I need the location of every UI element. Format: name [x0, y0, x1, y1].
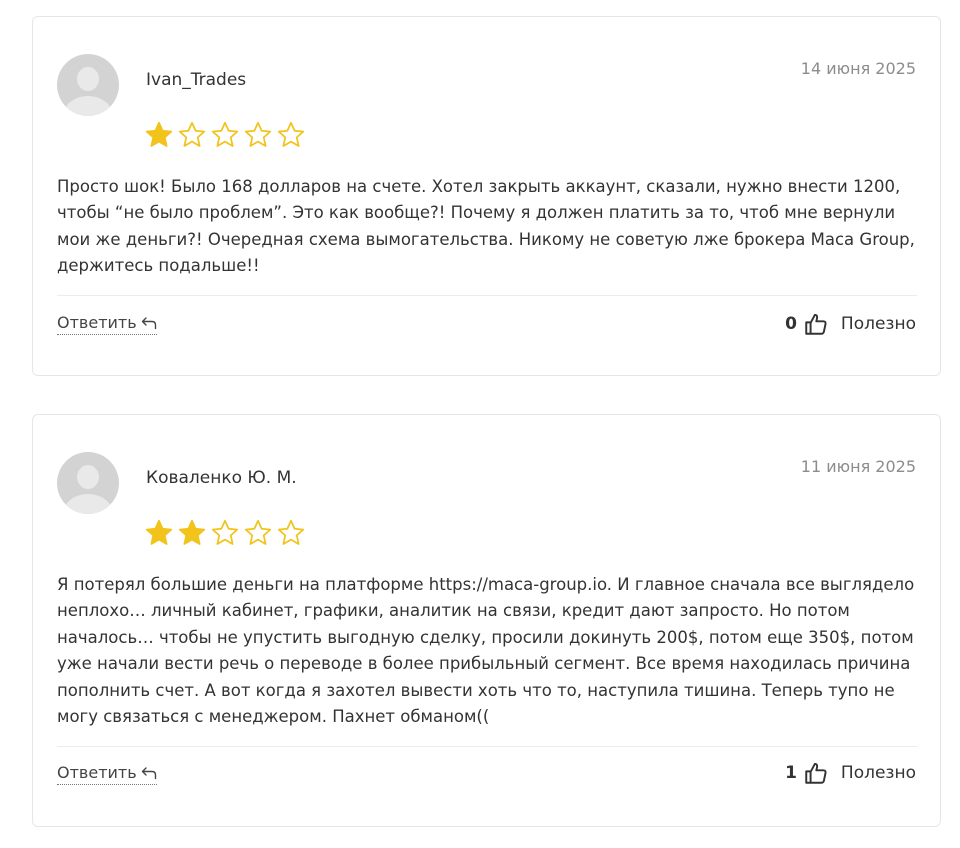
helpful-label[interactable]: Полезно [841, 314, 916, 334]
star-filled-icon [144, 120, 174, 150]
star-empty-icon [210, 518, 240, 548]
review-author: Ivan_Trades [146, 70, 247, 90]
reply-button[interactable]: Ответить [57, 313, 157, 335]
star-empty-icon [243, 518, 273, 548]
star-rating [144, 120, 306, 150]
star-empty-icon [210, 120, 240, 150]
divider [57, 295, 917, 296]
reviews-list: Ivan_Trades 14 июня 2025 Просто шок! Был… [0, 0, 960, 848]
review-text: Просто шок! Было 168 долларов на счете. … [57, 177, 915, 276]
reply-button[interactable]: Ответить [57, 763, 157, 785]
avatar-body-icon [63, 96, 113, 116]
helpful-section: 0 Полезно [785, 311, 916, 337]
star-filled-icon [177, 518, 207, 548]
reply-label: Ответить [57, 313, 137, 332]
star-rating [144, 518, 306, 548]
review-date: 11 июня 2025 [800, 457, 916, 476]
avatar-head-icon [77, 67, 99, 91]
star-empty-icon [243, 120, 273, 150]
star-filled-icon [144, 518, 174, 548]
helpful-label[interactable]: Полезно [841, 763, 916, 783]
avatar-head-icon [77, 465, 99, 489]
avatar-body-icon [63, 494, 113, 514]
avatar [57, 54, 119, 116]
helpful-section: 1 Полезно [785, 760, 916, 786]
helpful-count: 0 [785, 314, 797, 334]
review-card: Коваленко Ю. М. 11 июня 2025 Я потерял б… [32, 414, 941, 827]
reply-arrow-icon [141, 766, 157, 780]
thumbs-up-icon[interactable] [803, 760, 841, 786]
star-empty-icon [177, 120, 207, 150]
review-author: Коваленко Ю. М. [146, 468, 297, 488]
reply-label: Ответить [57, 763, 137, 782]
star-empty-icon [276, 518, 306, 548]
star-empty-icon [276, 120, 306, 150]
reply-arrow-icon [141, 316, 157, 330]
review-text: Я потерял большие деньги на платформе ht… [57, 575, 915, 727]
helpful-count: 1 [785, 763, 797, 783]
avatar [57, 452, 119, 514]
review-card: Ivan_Trades 14 июня 2025 Просто шок! Был… [32, 16, 941, 376]
review-date: 14 июня 2025 [800, 59, 916, 78]
divider [57, 746, 917, 747]
thumbs-up-icon[interactable] [803, 311, 841, 337]
